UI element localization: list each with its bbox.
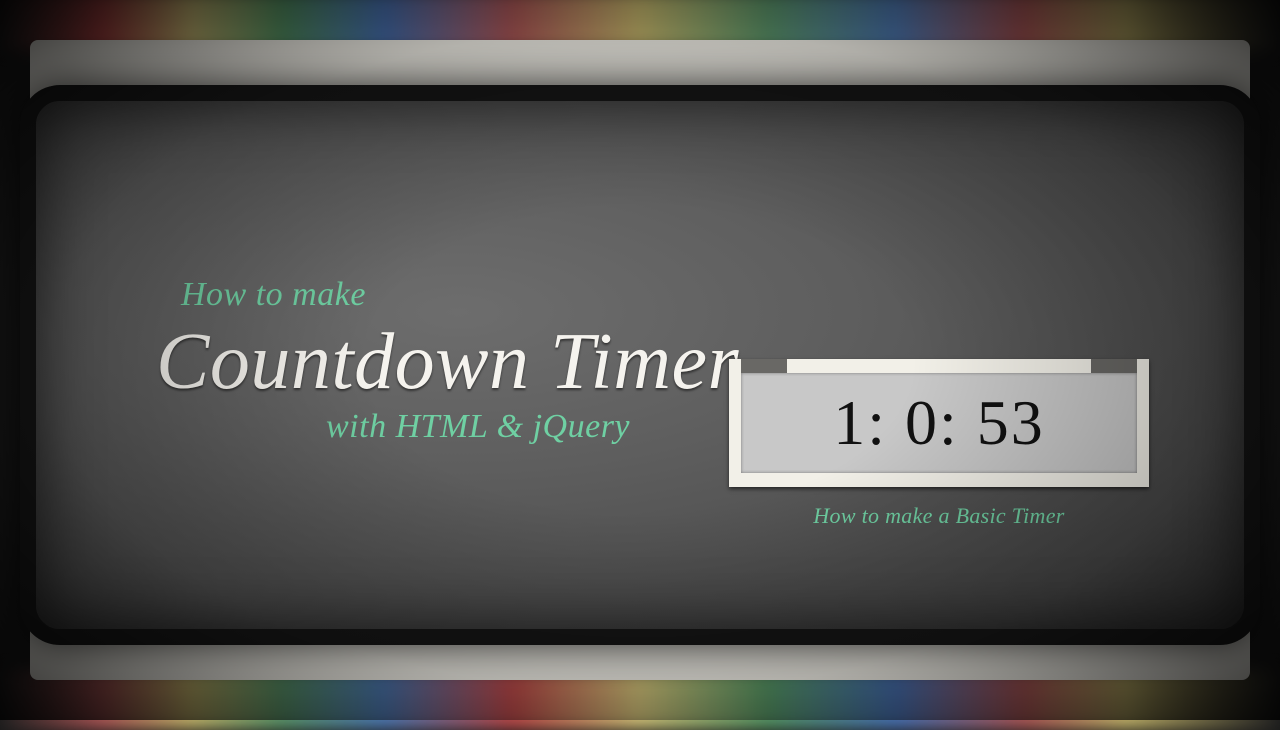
content-frame: How to make Countdown Timer with HTML & … [20,85,1260,645]
timer-widget: 1: 0: 53 How to make a Basic Timer [729,359,1149,529]
timer-caption: How to make a Basic Timer [729,503,1149,529]
timer-display: 1: 0: 53 [741,373,1137,473]
subtitle-text: with HTML & jQuery [326,408,739,446]
timer-value: 1: 0: 53 [833,386,1045,460]
kicker-text: How to make [181,276,739,314]
timer-box: 1: 0: 53 [729,359,1149,487]
headline-block: How to make Countdown Timer with HTML & … [156,276,739,446]
main-title: Countdown Timer [156,322,739,402]
